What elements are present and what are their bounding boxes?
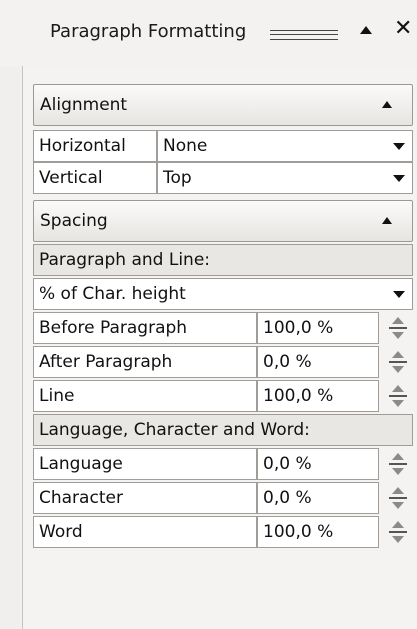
character-value: 0,0 % [263, 488, 312, 508]
spacing-section-header[interactable]: Spacing [33, 200, 413, 242]
spacing-header-label: Spacing [40, 211, 108, 231]
before-paragraph-label-cell: Before Paragraph [33, 312, 257, 344]
character-label-cell: Character [33, 482, 257, 514]
spinner-icon[interactable] [385, 485, 411, 511]
spinner-icon[interactable] [385, 383, 411, 409]
word-label-cell: Word [33, 516, 257, 548]
word-row: Word 100,0 % [33, 516, 413, 548]
horizontal-value: None [163, 136, 208, 156]
language-value: 0,0 % [263, 454, 312, 474]
grip-lines-icon[interactable] [270, 30, 338, 40]
word-input[interactable]: 100,0 % [257, 516, 379, 548]
after-paragraph-row: After Paragraph 0,0 % [33, 346, 413, 378]
horizontal-label: Horizontal [39, 136, 126, 156]
vertical-label: Vertical [39, 168, 103, 188]
alignment-header-label: Alignment [40, 95, 128, 115]
lcw-label: Language, Character and Word: [39, 420, 310, 440]
unit-row: % of Char. height [33, 278, 413, 310]
language-label-cell: Language [33, 448, 257, 480]
vertical-label-cell: Vertical [33, 162, 157, 194]
language-row: Language 0,0 % [33, 448, 413, 480]
spinner-icon[interactable] [385, 315, 411, 341]
character-input[interactable]: 0,0 % [257, 482, 379, 514]
panel-titlebar: Paragraph Formatting ✕ [0, 0, 417, 66]
horizontal-row: Horizontal None [33, 130, 413, 162]
line-value: 100,0 % [263, 386, 334, 406]
close-icon[interactable]: ✕ [394, 18, 412, 40]
lcw-subheader: Language, Character and Word: [33, 414, 413, 446]
collapse-panel-icon[interactable] [360, 26, 372, 34]
after-paragraph-value: 0,0 % [263, 352, 312, 372]
horizontal-label-cell: Horizontal [33, 130, 157, 162]
before-paragraph-input[interactable]: 100,0 % [257, 312, 379, 344]
panel-title: Paragraph Formatting [50, 21, 247, 42]
before-paragraph-row: Before Paragraph 100,0 % [33, 312, 413, 344]
line-row: Line 100,0 % [33, 380, 413, 412]
character-label: Character [39, 488, 123, 508]
before-paragraph-value: 100,0 % [263, 318, 334, 338]
vertical-value: Top [163, 168, 192, 188]
caret-down-icon[interactable] [388, 166, 410, 190]
unit-value: % of Char. height [39, 284, 186, 304]
unit-select[interactable]: % of Char. height [33, 278, 413, 310]
after-paragraph-label-cell: After Paragraph [33, 346, 257, 378]
horizontal-select[interactable]: None [157, 130, 413, 162]
language-label: Language [39, 454, 123, 474]
spinner-icon[interactable] [385, 451, 411, 477]
collapse-spacing-icon[interactable] [382, 217, 392, 224]
paragraph-line-subheader: Paragraph and Line: [33, 244, 413, 276]
character-row: Character 0,0 % [33, 482, 413, 514]
collapse-alignment-icon[interactable] [382, 101, 392, 108]
line-label-cell: Line [33, 380, 257, 412]
vertical-row: Vertical Top [33, 162, 413, 194]
properties-panel: Alignment Horizontal None Vertical Top S… [22, 66, 417, 629]
after-paragraph-input[interactable]: 0,0 % [257, 346, 379, 378]
word-value: 100,0 % [263, 522, 334, 542]
vertical-select[interactable]: Top [157, 162, 413, 194]
spinner-icon[interactable] [385, 349, 411, 375]
spinner-icon[interactable] [385, 519, 411, 545]
caret-down-icon[interactable] [388, 282, 410, 306]
paragraph-line-label: Paragraph and Line: [39, 250, 211, 270]
before-paragraph-label: Before Paragraph [39, 318, 188, 338]
line-label: Line [39, 386, 75, 406]
after-paragraph-label: After Paragraph [39, 352, 173, 372]
language-input[interactable]: 0,0 % [257, 448, 379, 480]
line-input[interactable]: 100,0 % [257, 380, 379, 412]
caret-down-icon[interactable] [388, 134, 410, 158]
word-label: Word [39, 522, 83, 542]
alignment-section-header[interactable]: Alignment [33, 84, 413, 126]
